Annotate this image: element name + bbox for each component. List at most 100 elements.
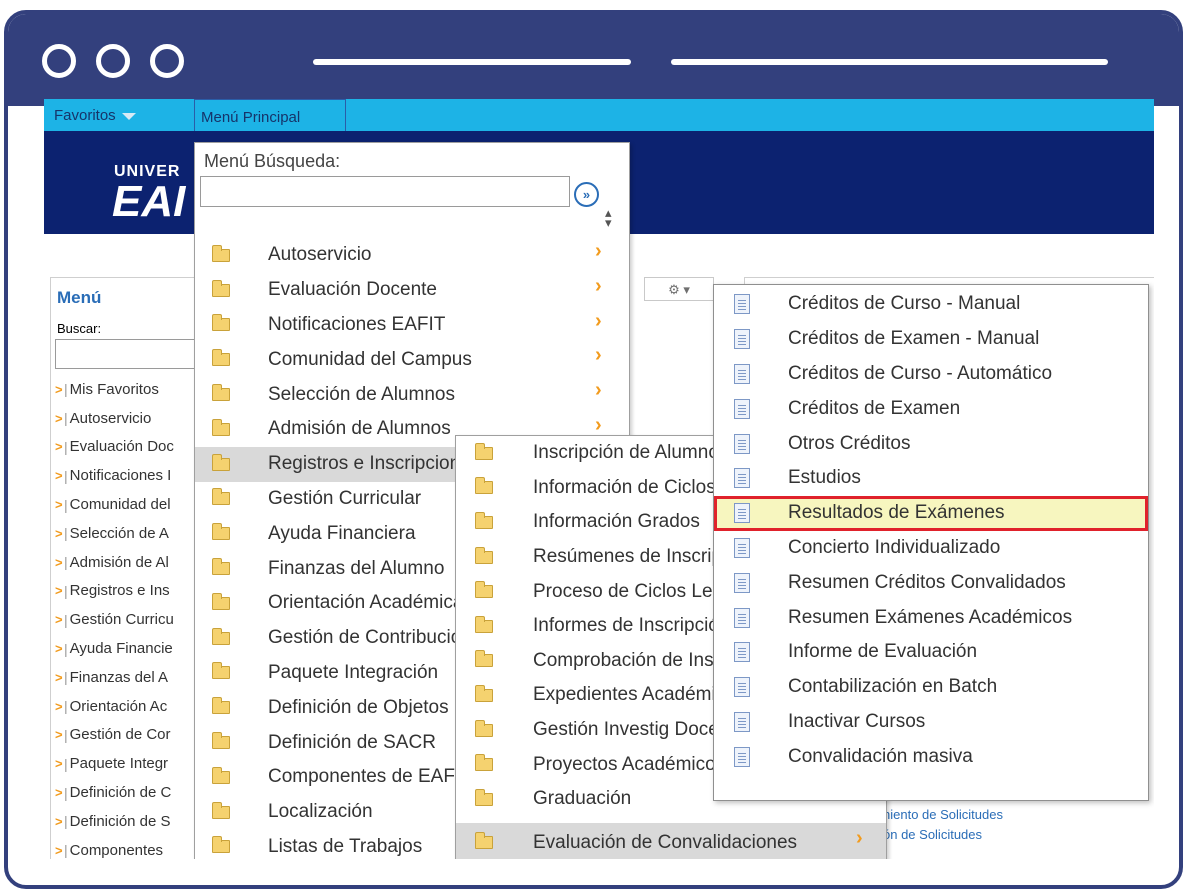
separator: | (64, 784, 68, 801)
main-menu-item[interactable]: Autoservicio › (195, 238, 629, 273)
sub-submenu-item[interactable]: Créditos de Examen (714, 391, 1148, 426)
folder-icon (475, 719, 493, 737)
sub-submenu-item[interactable]: Otros Créditos (714, 426, 1148, 461)
document-icon (734, 503, 750, 524)
sub-submenu-item[interactable]: Estudios (714, 461, 1148, 496)
sub-submenu-item-label: Créditos de Examen - Manual (788, 328, 1040, 350)
sub-submenu-item[interactable]: Créditos de Curso - Automático (714, 357, 1148, 392)
chevron-right-icon: > (55, 525, 63, 541)
left-menu-item[interactable]: > | Notificaciones I (55, 461, 174, 490)
window-dot-icon (42, 44, 76, 78)
chevron-right-icon: > (55, 756, 63, 772)
separator: | (64, 669, 68, 686)
main-menu-item-label: Localización (268, 801, 373, 823)
solicitudes-link[interactable]: ón de Solicitudes (883, 827, 982, 842)
left-menu-item[interactable]: > | Mis Favoritos (55, 375, 174, 404)
submenu-item[interactable]: Evaluación de Convalidaciones › (456, 822, 886, 859)
sub-submenu-item[interactable]: Créditos de Curso - Manual (714, 287, 1148, 322)
left-menu-item[interactable]: > | Finanzas del A (55, 663, 174, 692)
main-menu-item-label: Registros e Inscripciones (268, 453, 481, 475)
favoritos-label[interactable]: Favoritos (54, 107, 116, 124)
left-menu-item[interactable]: > | Definición de S (55, 807, 174, 836)
left-menu-item[interactable]: > | Admisión de Al (55, 548, 174, 577)
left-menu-item-label: Paquete Integr (69, 755, 169, 773)
left-menu-item-label: Autoservicio (69, 409, 152, 427)
favoritos-menu[interactable]: Favoritos (54, 107, 136, 124)
left-menu-item[interactable]: > | Componentes (55, 836, 174, 859)
window-dot-icon (96, 44, 130, 78)
sub-submenu-item[interactable]: Contabilización en Batch (714, 670, 1148, 705)
logo-mark: EAI (112, 177, 186, 226)
folder-icon (475, 615, 493, 633)
left-menu-title: Menú (57, 288, 102, 307)
document-icon (734, 572, 750, 593)
sub-submenu-item[interactable]: Concierto Individualizado (714, 531, 1148, 566)
chevron-right-icon: › (595, 413, 602, 436)
left-menu-item[interactable]: > | Gestión de Cor (55, 721, 174, 750)
sub-submenu-item[interactable]: Inactivar Cursos (714, 705, 1148, 740)
left-menu-item[interactable]: > | Comunidad del (55, 490, 174, 519)
left-menu-item[interactable]: > | Ayuda Financie (55, 634, 174, 663)
folder-icon (475, 832, 493, 850)
chevron-right-icon: › (595, 309, 602, 332)
menu-principal-tab[interactable]: Menú Principal (194, 99, 346, 133)
left-search-label: Buscar: (57, 321, 102, 336)
gear-menu-button[interactable]: ⚙ ▾ (644, 277, 714, 301)
left-menu-item[interactable]: > | Evaluación Doc (55, 433, 174, 462)
left-menu-item[interactable]: > | Registros e Ins (55, 577, 174, 606)
sub-submenu-item[interactable]: Informe de Evaluación (714, 635, 1148, 670)
menu-search-label: Menú Búsqueda: (204, 151, 341, 171)
left-menu-item-label: Gestión Curricu (69, 611, 174, 629)
left-menu-item[interactable]: > | Autoservicio (55, 404, 174, 433)
folder-icon (212, 592, 230, 610)
separator: | (64, 410, 68, 427)
folder-icon (475, 788, 493, 806)
separator: | (64, 467, 68, 484)
chevron-right-icon: > (55, 468, 63, 484)
main-menu-item-label: Listas de Trabajos (268, 835, 423, 857)
menu-search-input[interactable] (200, 176, 570, 207)
sub-submenu-item-label: Informe de Evaluación (788, 641, 978, 663)
sub-submenu-item-label: Créditos de Examen (788, 397, 961, 419)
chevron-right-icon: > (55, 727, 63, 743)
left-menu-item[interactable]: > | Paquete Integr (55, 749, 174, 778)
left-menu-item-label: Componentes (69, 841, 164, 859)
main-menu-item-label: Definición de SACR (268, 731, 436, 753)
sub-submenu-item-label: Convalidación masiva (788, 745, 973, 767)
sub-submenu-item[interactable]: Créditos de Examen - Manual (714, 322, 1148, 357)
sub-submenu-item-label: Estudios (788, 467, 861, 489)
main-menu-item[interactable]: Selección de Alumnos › (195, 377, 629, 412)
main-menu-item[interactable]: Evaluación Docente › (195, 273, 629, 308)
separator: | (64, 381, 68, 398)
separator: | (64, 755, 68, 772)
sort-icon[interactable]: ▴ ▾ (605, 206, 612, 229)
sub-submenu-item-label: Resumen Exámenes Académicos (788, 606, 1073, 628)
folder-icon (212, 349, 230, 367)
sub-submenu-item[interactable]: Convalidación masiva (714, 739, 1148, 774)
left-menu-item[interactable]: > | Gestión Curricu (55, 605, 174, 634)
folder-icon (212, 836, 230, 854)
document-icon (734, 433, 750, 454)
sub-submenu-item-label: Concierto Individualizado (788, 536, 1001, 558)
folder-icon (475, 546, 493, 564)
document-icon (734, 363, 750, 384)
main-menu-item[interactable]: Comunidad del Campus › (195, 342, 629, 377)
sub-submenu-item-label: Inactivar Cursos (788, 710, 926, 732)
chevron-right-icon: > (55, 641, 63, 657)
folder-icon (475, 754, 493, 772)
sub-submenu-item[interactable]: Resumen Créditos Convalidados (714, 565, 1148, 600)
folder-icon (212, 418, 230, 436)
chevron-right-icon: > (55, 669, 63, 685)
left-menu-item[interactable]: > | Selección de A (55, 519, 174, 548)
sub-submenu-item[interactable]: Resumen Exámenes Académicos (714, 600, 1148, 635)
sub-submenu-list: Créditos de Curso - Manual Créditos de Ex… (714, 285, 1148, 774)
chevron-right-icon: › (856, 826, 863, 849)
resultados-examenes-item[interactable]: Resultados de Exámenes (714, 495, 1148, 531)
left-menu-item[interactable]: > | Definición de C (55, 778, 174, 807)
main-menu-item[interactable]: Notificaciones EAFIT › (195, 308, 629, 343)
submenu-item-label: Proyectos Académicos (533, 753, 726, 775)
chevron-right-icon: > (55, 497, 63, 513)
solicitudes-link[interactable]: niento de Solicitudes (883, 807, 1003, 822)
left-menu-item[interactable]: > | Orientación Ac (55, 692, 174, 721)
double-chevron-right-icon[interactable]: » (574, 182, 599, 207)
